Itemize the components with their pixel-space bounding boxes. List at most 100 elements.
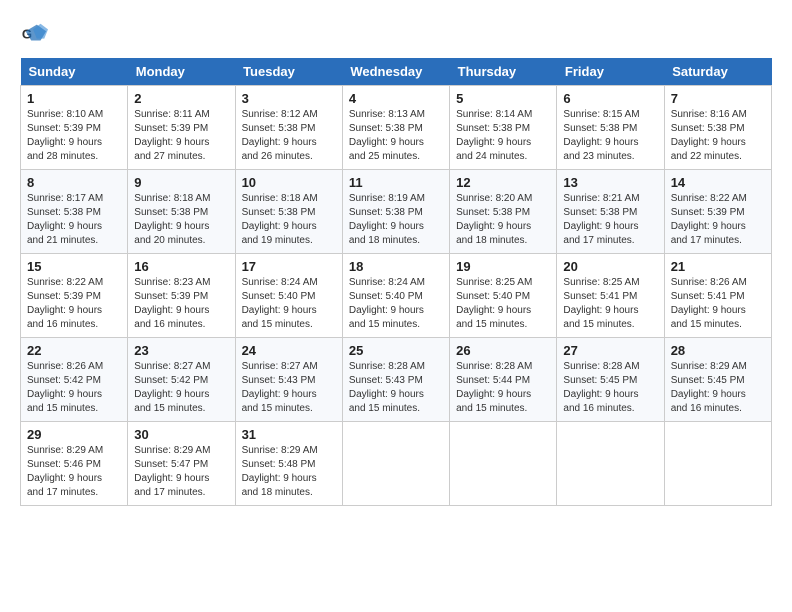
day-info: Sunrise: 8:10 AM Sunset: 5:39 PM Dayligh… [27,108,121,164]
sunset-label: Sunset: 5:43 PM [242,375,316,386]
day-number: 22 [27,343,121,358]
day-number: 15 [27,259,121,274]
daylight-label: Daylight: 9 hours and 18 minutes. [242,473,317,498]
day-number: 30 [134,427,228,442]
page-header: G [20,20,772,48]
daylight-label: Daylight: 9 hours and 15 minutes. [242,305,317,330]
calendar-cell: 15 Sunrise: 8:22 AM Sunset: 5:39 PM Dayl… [21,254,128,338]
sunset-label: Sunset: 5:38 PM [563,123,637,134]
sunrise-label: Sunrise: 8:23 AM [134,277,210,288]
sunrise-label: Sunrise: 8:15 AM [563,109,639,120]
calendar-cell: 20 Sunrise: 8:25 AM Sunset: 5:41 PM Dayl… [557,254,664,338]
sunrise-label: Sunrise: 8:27 AM [242,361,318,372]
daylight-label: Daylight: 9 hours and 16 minutes. [134,305,209,330]
daylight-label: Daylight: 9 hours and 15 minutes. [242,389,317,414]
day-info: Sunrise: 8:25 AM Sunset: 5:41 PM Dayligh… [563,276,657,332]
calendar-cell [664,422,771,506]
day-info: Sunrise: 8:29 AM Sunset: 5:47 PM Dayligh… [134,444,228,500]
day-number: 27 [563,343,657,358]
calendar-cell: 2 Sunrise: 8:11 AM Sunset: 5:39 PM Dayli… [128,86,235,170]
sunrise-label: Sunrise: 8:26 AM [671,277,747,288]
day-number: 13 [563,175,657,190]
sunset-label: Sunset: 5:38 PM [456,123,530,134]
calendar-cell: 7 Sunrise: 8:16 AM Sunset: 5:38 PM Dayli… [664,86,771,170]
weekday-header-monday: Monday [128,58,235,86]
sunset-label: Sunset: 5:45 PM [671,375,745,386]
sunrise-label: Sunrise: 8:14 AM [456,109,532,120]
sunset-label: Sunset: 5:42 PM [27,375,101,386]
sunset-label: Sunset: 5:40 PM [349,291,423,302]
sunset-label: Sunset: 5:41 PM [671,291,745,302]
day-number: 26 [456,343,550,358]
daylight-label: Daylight: 9 hours and 16 minutes. [563,389,638,414]
sunset-label: Sunset: 5:48 PM [242,459,316,470]
day-number: 18 [349,259,443,274]
sunrise-label: Sunrise: 8:28 AM [563,361,639,372]
day-number: 12 [456,175,550,190]
sunset-label: Sunset: 5:38 PM [349,123,423,134]
day-number: 14 [671,175,765,190]
calendar-cell: 30 Sunrise: 8:29 AM Sunset: 5:47 PM Dayl… [128,422,235,506]
daylight-label: Daylight: 9 hours and 16 minutes. [671,389,746,414]
calendar-cell: 23 Sunrise: 8:27 AM Sunset: 5:42 PM Dayl… [128,338,235,422]
day-info: Sunrise: 8:22 AM Sunset: 5:39 PM Dayligh… [27,276,121,332]
daylight-label: Daylight: 9 hours and 19 minutes. [242,221,317,246]
calendar-cell: 19 Sunrise: 8:25 AM Sunset: 5:40 PM Dayl… [450,254,557,338]
calendar-cell: 21 Sunrise: 8:26 AM Sunset: 5:41 PM Dayl… [664,254,771,338]
sunset-label: Sunset: 5:38 PM [242,207,316,218]
sunset-label: Sunset: 5:44 PM [456,375,530,386]
day-info: Sunrise: 8:18 AM Sunset: 5:38 PM Dayligh… [134,192,228,248]
daylight-label: Daylight: 9 hours and 15 minutes. [134,389,209,414]
day-info: Sunrise: 8:24 AM Sunset: 5:40 PM Dayligh… [242,276,336,332]
day-info: Sunrise: 8:21 AM Sunset: 5:38 PM Dayligh… [563,192,657,248]
calendar-cell: 17 Sunrise: 8:24 AM Sunset: 5:40 PM Dayl… [235,254,342,338]
calendar-cell [342,422,449,506]
day-number: 28 [671,343,765,358]
sunset-label: Sunset: 5:38 PM [242,123,316,134]
day-info: Sunrise: 8:15 AM Sunset: 5:38 PM Dayligh… [563,108,657,164]
calendar-cell: 18 Sunrise: 8:24 AM Sunset: 5:40 PM Dayl… [342,254,449,338]
day-number: 24 [242,343,336,358]
sunrise-label: Sunrise: 8:26 AM [27,361,103,372]
day-info: Sunrise: 8:24 AM Sunset: 5:40 PM Dayligh… [349,276,443,332]
day-number: 21 [671,259,765,274]
sunrise-label: Sunrise: 8:13 AM [349,109,425,120]
calendar-cell: 1 Sunrise: 8:10 AM Sunset: 5:39 PM Dayli… [21,86,128,170]
day-number: 19 [456,259,550,274]
calendar-cell: 26 Sunrise: 8:28 AM Sunset: 5:44 PM Dayl… [450,338,557,422]
calendar-cell: 8 Sunrise: 8:17 AM Sunset: 5:38 PM Dayli… [21,170,128,254]
day-info: Sunrise: 8:29 AM Sunset: 5:48 PM Dayligh… [242,444,336,500]
day-number: 17 [242,259,336,274]
calendar-cell: 5 Sunrise: 8:14 AM Sunset: 5:38 PM Dayli… [450,86,557,170]
calendar-week-row: 22 Sunrise: 8:26 AM Sunset: 5:42 PM Dayl… [21,338,772,422]
calendar-cell: 6 Sunrise: 8:15 AM Sunset: 5:38 PM Dayli… [557,86,664,170]
sunset-label: Sunset: 5:39 PM [134,291,208,302]
sunset-label: Sunset: 5:38 PM [456,207,530,218]
sunset-label: Sunset: 5:39 PM [671,207,745,218]
daylight-label: Daylight: 9 hours and 23 minutes. [563,137,638,162]
day-info: Sunrise: 8:23 AM Sunset: 5:39 PM Dayligh… [134,276,228,332]
sunset-label: Sunset: 5:40 PM [456,291,530,302]
daylight-label: Daylight: 9 hours and 26 minutes. [242,137,317,162]
day-info: Sunrise: 8:14 AM Sunset: 5:38 PM Dayligh… [456,108,550,164]
logo: G [20,20,52,48]
day-info: Sunrise: 8:17 AM Sunset: 5:38 PM Dayligh… [27,192,121,248]
day-info: Sunrise: 8:29 AM Sunset: 5:45 PM Dayligh… [671,360,765,416]
sunrise-label: Sunrise: 8:18 AM [242,193,318,204]
calendar-week-row: 15 Sunrise: 8:22 AM Sunset: 5:39 PM Dayl… [21,254,772,338]
calendar-cell: 12 Sunrise: 8:20 AM Sunset: 5:38 PM Dayl… [450,170,557,254]
daylight-label: Daylight: 9 hours and 15 minutes. [349,305,424,330]
calendar-cell [450,422,557,506]
daylight-label: Daylight: 9 hours and 27 minutes. [134,137,209,162]
daylight-label: Daylight: 9 hours and 17 minutes. [671,221,746,246]
day-info: Sunrise: 8:19 AM Sunset: 5:38 PM Dayligh… [349,192,443,248]
calendar-cell: 9 Sunrise: 8:18 AM Sunset: 5:38 PM Dayli… [128,170,235,254]
sunset-label: Sunset: 5:38 PM [563,207,637,218]
daylight-label: Daylight: 9 hours and 18 minutes. [349,221,424,246]
day-number: 31 [242,427,336,442]
sunset-label: Sunset: 5:38 PM [134,207,208,218]
calendar-cell: 11 Sunrise: 8:19 AM Sunset: 5:38 PM Dayl… [342,170,449,254]
weekday-header-row: SundayMondayTuesdayWednesdayThursdayFrid… [21,58,772,86]
sunrise-label: Sunrise: 8:24 AM [242,277,318,288]
sunset-label: Sunset: 5:38 PM [27,207,101,218]
